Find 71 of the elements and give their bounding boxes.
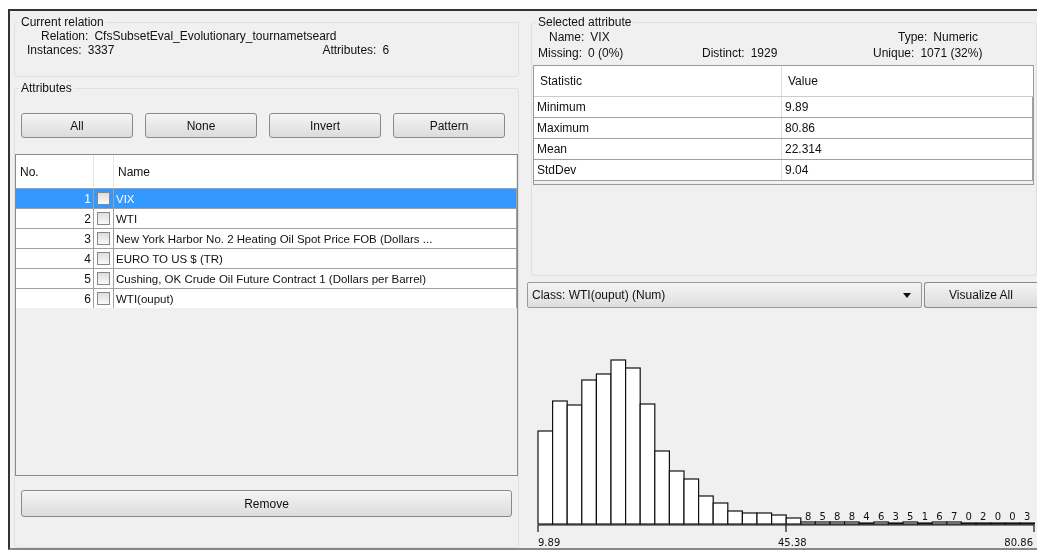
count-label: 1 — [921, 511, 929, 522]
count-label: 5 — [907, 511, 914, 522]
table-cell: 80.86 — [782, 118, 1033, 138]
field-label: Attributes: — [322, 43, 377, 57]
count-label: 7 — [950, 511, 958, 522]
count-label: 8 — [848, 511, 856, 522]
attribute-row[interactable]: 3 New York Harbor No. 2 Heating Oil Spot Price FOB (Dollars ... — [16, 228, 517, 248]
table-cell: WTI(ouput) — [114, 289, 517, 308]
attribute-row[interactable]: 2 WTI — [16, 208, 517, 228]
field-label: Missing: — [538, 45, 582, 61]
table-cell: StdDev — [534, 160, 782, 180]
table-cell: Minimum — [534, 97, 782, 117]
histogram-bar — [756, 512, 773, 525]
caret-icon — [903, 292, 911, 298]
selection-button[interactable]: Pattern — [393, 113, 505, 138]
field-label: Instances: — [27, 43, 82, 57]
table-cell: 22.314 — [782, 139, 1033, 159]
type-value: Numeric — [933, 29, 979, 45]
instances-value: 3337 — [87, 43, 115, 57]
visualize-all-button[interactable]: Visualize All — [924, 282, 1037, 308]
count-label: 2 — [980, 511, 987, 522]
group-title: Current relation — [20, 15, 105, 29]
table-cell: 6 — [16, 289, 94, 308]
field-label: Unique: — [873, 45, 915, 61]
field-label: Type: — [898, 29, 928, 45]
group-title: Attributes — [20, 81, 73, 95]
histogram-bar — [771, 514, 787, 525]
axis-label: 45.38 — [778, 537, 807, 548]
count-label: 0 — [1009, 511, 1016, 522]
selection-button[interactable]: All — [21, 113, 133, 138]
count-label: 5 — [819, 511, 826, 522]
checkbox[interactable] — [97, 272, 110, 285]
checkbox[interactable] — [97, 192, 110, 205]
attribute-row[interactable]: 5 Cushing, OK Crude Oil Future Contract 1 (Dollars per Barrel) — [16, 268, 517, 288]
table-cell: 9.89 — [782, 97, 1033, 117]
checkbox[interactable] — [97, 232, 110, 245]
attribute-row[interactable]: 6 WTI(ouput) — [16, 288, 517, 308]
count-label: 8 — [834, 511, 841, 522]
count-label: 3 — [1023, 511, 1031, 522]
count-label: 4 — [863, 511, 870, 522]
relation-value: CfsSubsetEval_Evolutionary_tournametseard — [94, 29, 337, 43]
checkbox[interactable] — [97, 252, 110, 265]
checkbox[interactable] — [97, 292, 110, 305]
selection-button[interactable]: Invert — [269, 113, 381, 138]
column-header[interactable]: Statistic — [534, 66, 782, 96]
count-label: 6 — [936, 511, 943, 522]
count-label: 0 — [994, 511, 1002, 522]
axis-label: 80.86 — [1004, 537, 1033, 548]
count-label: 0 — [965, 511, 972, 522]
field-label: Distinct: — [702, 45, 745, 61]
field-label: Name: — [549, 29, 585, 45]
count-label: 8 — [804, 511, 812, 522]
table-cell: Maximum — [534, 118, 782, 138]
name-value: VIX — [590, 29, 610, 45]
unique-value: 1071 (32%) — [920, 45, 983, 61]
field-label: Relation: — [41, 29, 89, 43]
count-label: 3 — [892, 511, 899, 522]
class-dropdown[interactable]: Class: WTI(ouput) (Num) — [527, 282, 922, 308]
selection-button[interactable]: None — [145, 113, 257, 138]
attribute-row[interactable]: 4 EURO TO US $ (TR) — [16, 248, 517, 268]
group-title: Selected attribute — [537, 15, 633, 29]
attributes-value: 6 — [382, 43, 390, 57]
remove-button[interactable]: Remove — [21, 490, 512, 517]
table-cell: Mean — [534, 139, 782, 159]
missing-value: 0 (0%) — [588, 45, 624, 61]
checkbox[interactable] — [97, 212, 110, 225]
count-label: 6 — [877, 511, 885, 522]
axis-label: 9.89 — [538, 537, 561, 548]
table-cell: 9.04 — [782, 160, 1033, 180]
distinct-value: 1929 — [750, 45, 778, 61]
column-header[interactable]: Value — [782, 66, 1033, 96]
